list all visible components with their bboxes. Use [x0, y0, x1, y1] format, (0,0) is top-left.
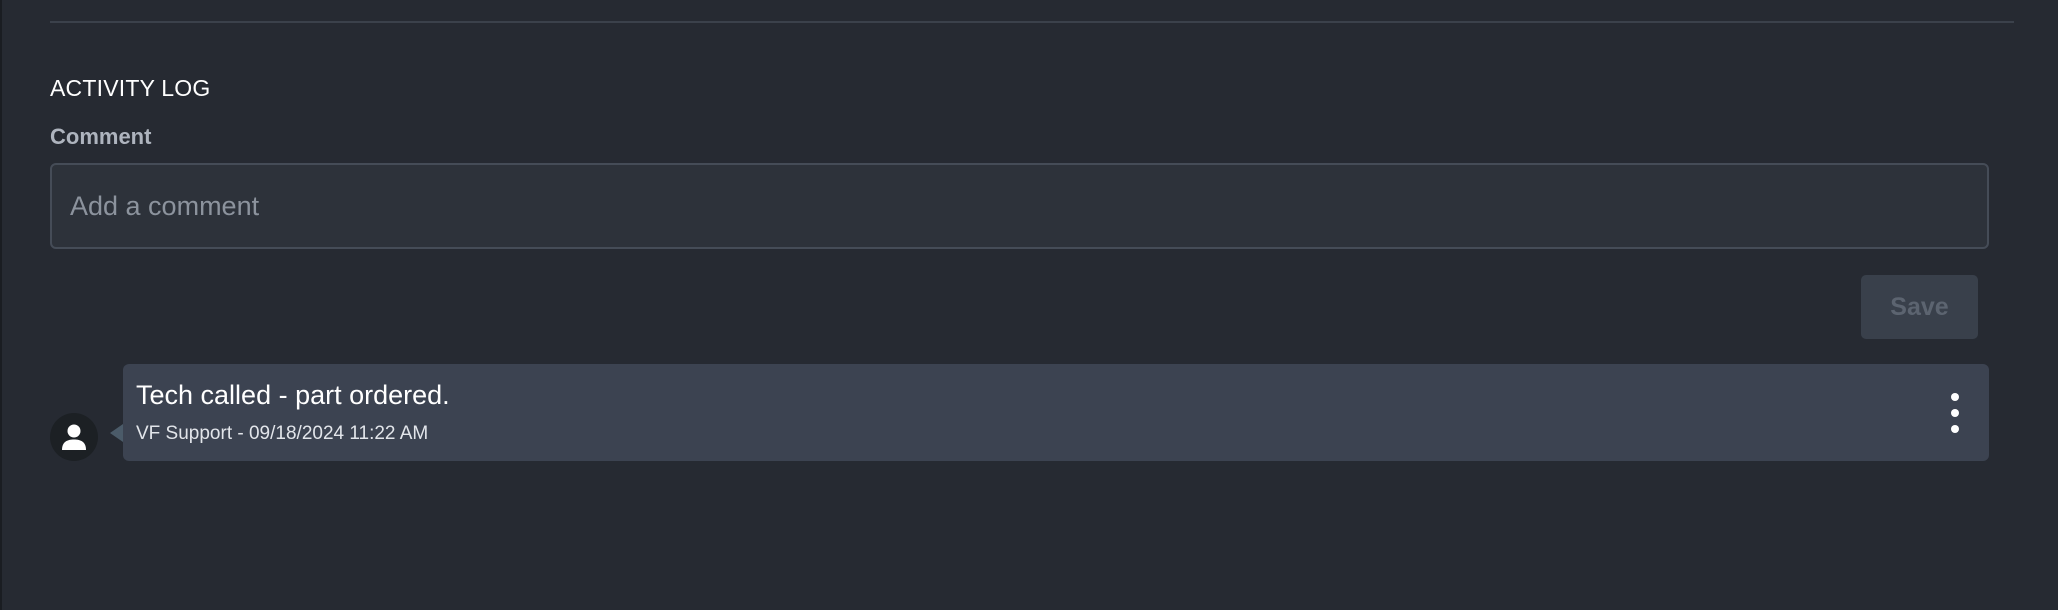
- bubble-pointer: [110, 424, 123, 442]
- activity-entry: Tech called - part ordered. VF Support -…: [123, 364, 1989, 461]
- comment-field[interactable]: [50, 163, 1989, 249]
- activity-entry-meta: VF Support - 09/18/2024 11:22 AM: [136, 423, 429, 444]
- section-divider: [50, 21, 2014, 23]
- left-edge-divider: [0, 0, 2, 610]
- avatar: [50, 413, 98, 461]
- comment-input[interactable]: [52, 165, 1987, 247]
- save-button[interactable]: Save: [1861, 275, 1978, 339]
- comment-label: Comment: [50, 124, 152, 149]
- more-options-button[interactable]: [1945, 393, 1965, 433]
- section-title: ACTIVITY LOG: [50, 75, 211, 101]
- activity-entry-text: Tech called - part ordered.: [136, 380, 450, 410]
- user-icon: [61, 423, 87, 451]
- more-vertical-icon: [1951, 393, 1959, 433]
